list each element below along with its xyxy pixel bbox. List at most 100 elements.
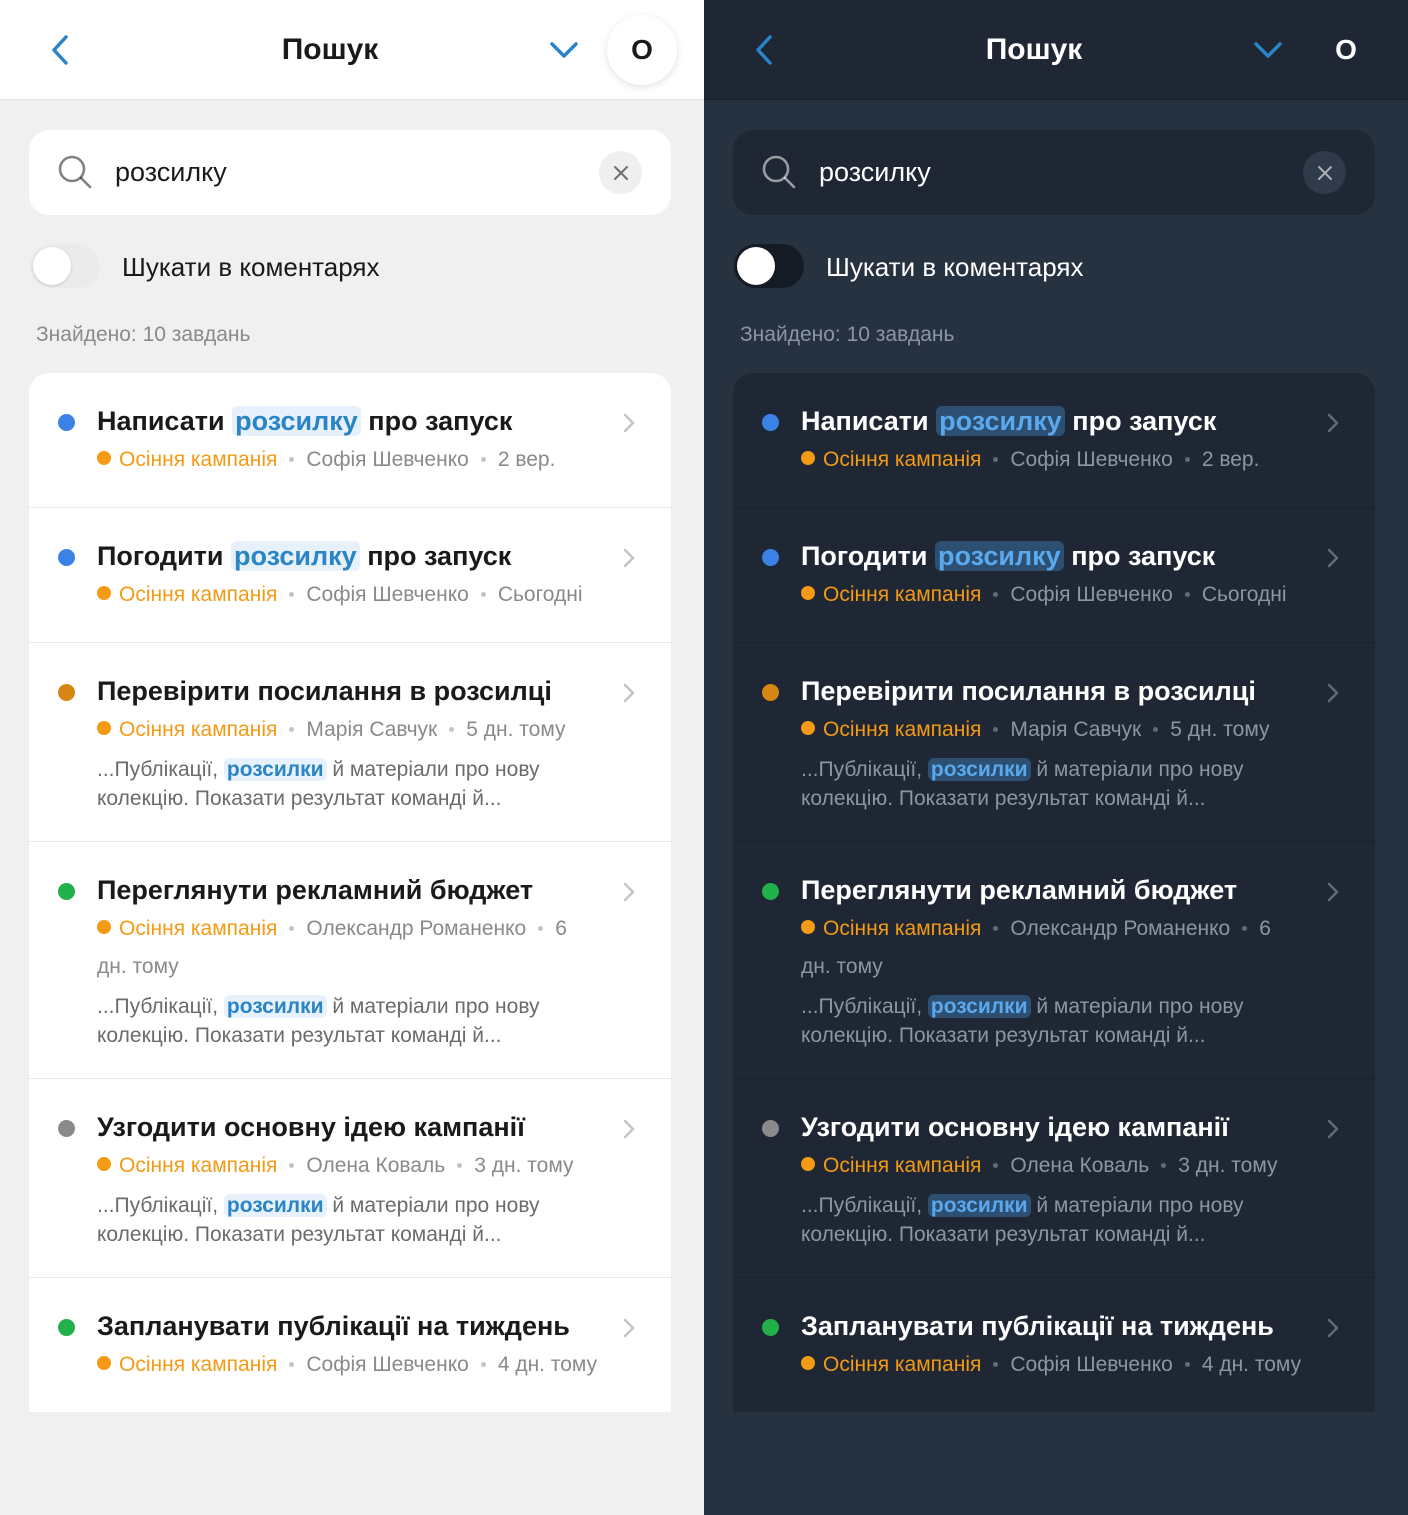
avatar[interactable]: О xyxy=(1311,15,1381,85)
dropdown-button[interactable] xyxy=(1244,30,1292,70)
task-row[interactable]: Написати розсилку про запуск Осіння кампа… xyxy=(29,373,671,507)
header: Пошук О xyxy=(0,0,704,100)
project-name: Осіння кампанія xyxy=(823,917,982,940)
comment-snippet: ...Публікації, розсилки й матеріали про … xyxy=(801,1191,1305,1249)
project-dot xyxy=(97,451,111,465)
task-title-text: Погодити xyxy=(801,541,935,571)
task-date: 3 дн. тому xyxy=(474,1154,574,1177)
header: Пошук О xyxy=(704,0,1408,100)
task-title-text: Перевірити посилання в розсилці xyxy=(97,676,552,706)
search-highlight: розсилку xyxy=(232,406,361,436)
separator-dot xyxy=(993,457,999,462)
task-title-text: Написати xyxy=(97,406,233,436)
status-dot xyxy=(58,549,75,566)
snippet-text: ...Публікації, xyxy=(801,995,928,1018)
task-meta: Осіння кампанія Марія Савчук 5 дн. тому xyxy=(801,711,1305,749)
clear-search-button[interactable] xyxy=(599,151,642,194)
chevron-right-icon xyxy=(1327,548,1339,568)
task-row[interactable]: Погодити розсилку про запуск Осіння кампа… xyxy=(29,507,671,642)
separator-dot xyxy=(289,1163,295,1168)
separator-dot xyxy=(480,457,486,462)
task-row[interactable]: Узгодити основну ідею кампанії Осіння кам… xyxy=(29,1078,671,1277)
search-comments-toggle[interactable] xyxy=(734,244,804,288)
task-row[interactable]: Запланувати публікації на тиждень Осіння … xyxy=(733,1277,1375,1412)
task-title: Перевірити посилання в розсилці xyxy=(97,673,601,709)
chevron-right-icon xyxy=(623,548,635,568)
task-row[interactable]: Перевірити посилання в розсилці Осіння ка… xyxy=(29,642,671,841)
task-meta: Осіння кампанія Софія Шевченко Сьогодні xyxy=(97,576,601,614)
separator-dot xyxy=(1161,1163,1167,1168)
task-meta: Осіння кампанія Софія Шевченко Сьогодні xyxy=(801,576,1305,614)
task-title-text: Погодити xyxy=(97,541,231,571)
task-title-text: Перевірити посилання в розсилці xyxy=(801,676,1256,706)
task-meta: Осіння кампанія Софія Шевченко 2 вер. xyxy=(97,441,601,479)
task-meta: Осіння кампанія Марія Савчук 5 дн. тому xyxy=(97,711,601,749)
chevron-right-icon xyxy=(1327,1318,1339,1338)
task-date: 5 дн. тому xyxy=(1170,718,1270,741)
task-row[interactable]: Узгодити основну ідею кампанії Осіння кам… xyxy=(733,1078,1375,1277)
separator-dot xyxy=(289,1362,295,1367)
project-name: Осіння кампанія xyxy=(119,917,278,940)
assignee-name: Марія Савчук xyxy=(1010,718,1142,741)
task-row[interactable]: Запланувати публікації на тиждень Осіння … xyxy=(29,1277,671,1412)
search-comments-toggle[interactable] xyxy=(30,244,100,288)
task-date: Сьогодні xyxy=(1201,583,1287,606)
project-name: Осіння кампанія xyxy=(823,448,982,471)
task-row[interactable]: Переглянути рекламний бюджет Осіння кампа… xyxy=(733,841,1375,1078)
separator-dot xyxy=(993,926,999,931)
task-list: Написати розсилку про запуск Осіння кампа… xyxy=(29,373,671,1412)
task-title: Узгодити основну ідею кампанії xyxy=(97,1109,601,1145)
assignee-name: Олександр Романенко xyxy=(306,917,527,940)
light-theme-pane: Пошук О Шукати в коментарях Знайдено: 10… xyxy=(0,0,704,1515)
search-input[interactable] xyxy=(819,130,1279,215)
chevron-right-icon xyxy=(1327,882,1339,902)
project-name: Осіння кампанія xyxy=(119,583,278,606)
project-dot xyxy=(97,586,111,600)
separator-dot xyxy=(289,926,295,931)
chevron-right-icon xyxy=(623,683,635,703)
status-dot xyxy=(58,684,75,701)
task-list: Написати розсилку про запуск Осіння кампа… xyxy=(733,373,1375,1412)
search-comments-label: Шукати в коментарях xyxy=(122,252,380,282)
project-tag: Осіння кампанія xyxy=(801,917,981,940)
task-title: Запланувати публікації на тиждень xyxy=(97,1308,601,1344)
assignee-name: Олена Коваль xyxy=(306,1154,446,1177)
task-date: 4 дн. тому xyxy=(1201,1353,1302,1376)
project-tag: Осіння кампанія xyxy=(801,718,981,741)
clear-search-button[interactable] xyxy=(1303,151,1346,194)
close-icon xyxy=(1317,165,1332,180)
task-meta: Осіння кампанія Олександр Романенко 6 дн. … xyxy=(801,910,1305,986)
chevron-down-icon xyxy=(550,42,578,58)
task-row[interactable]: Перевірити посилання в розсилці Осіння ка… xyxy=(733,642,1375,841)
search-highlight: розсилки xyxy=(223,1194,327,1217)
search-highlight: розсилки xyxy=(927,758,1031,781)
task-title: Запланувати публікації на тиждень xyxy=(801,1308,1305,1344)
snippet-text: ...Публікації, xyxy=(97,995,224,1018)
search-highlight: розсилки xyxy=(927,1194,1031,1217)
snippet-text: ...Публікації, xyxy=(801,758,928,781)
dropdown-button[interactable] xyxy=(540,30,588,70)
project-dot xyxy=(801,920,815,934)
task-title-text: про запуск xyxy=(360,406,513,436)
task-row[interactable]: Погодити розсилку про запуск Осіння кампа… xyxy=(733,507,1375,642)
project-dot xyxy=(97,721,111,735)
project-name: Осіння кампанія xyxy=(823,583,982,606)
task-date: 3 дн. тому xyxy=(1178,1154,1278,1177)
task-meta: Осіння кампанія Софія Шевченко 4 дн. тому xyxy=(801,1346,1305,1384)
task-meta: Осіння кампанія Софія Шевченко 2 вер. xyxy=(801,441,1305,479)
task-meta: Осіння кампанія Олена Коваль 3 дн. тому xyxy=(801,1147,1305,1185)
task-title-text: про запуск xyxy=(1064,406,1217,436)
search-input[interactable] xyxy=(115,130,575,215)
chevron-right-icon xyxy=(623,1119,635,1139)
separator-dot xyxy=(1184,457,1190,462)
task-date: 2 вер. xyxy=(497,448,556,471)
task-meta: Осіння кампанія Софія Шевченко 4 дн. тому xyxy=(97,1346,601,1384)
project-name: Осіння кампанія xyxy=(119,718,278,741)
task-row[interactable]: Переглянути рекламний бюджет Осіння кампа… xyxy=(29,841,671,1078)
search-icon xyxy=(762,155,796,189)
comment-snippet: ...Публікації, розсилки й матеріали про … xyxy=(97,1191,601,1249)
project-tag: Осіння кампанія xyxy=(97,1154,277,1177)
task-row[interactable]: Написати розсилку про запуск Осіння кампа… xyxy=(733,373,1375,507)
chevron-down-icon xyxy=(1254,42,1282,58)
avatar[interactable]: О xyxy=(607,15,677,85)
